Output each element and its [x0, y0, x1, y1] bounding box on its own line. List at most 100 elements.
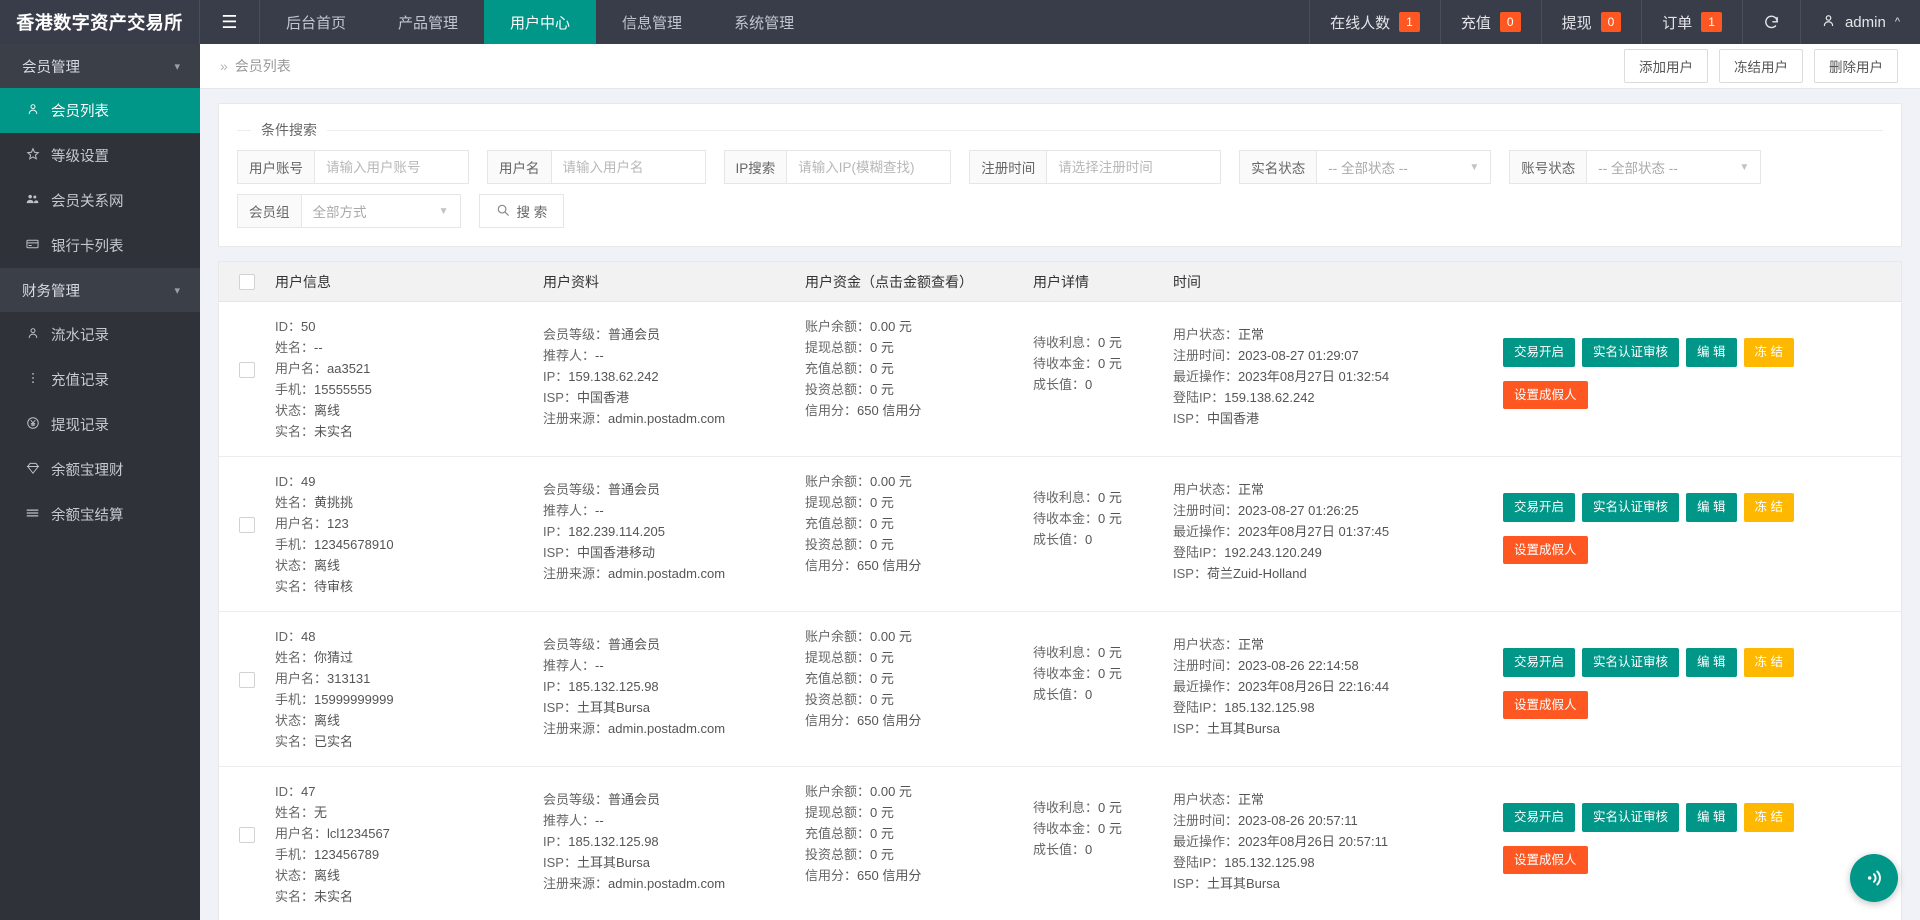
trade-enable-button[interactable]: 交易开启 [1503, 648, 1575, 677]
row-reg-time: 注册时间：2023-08-26 20:57:11 [1173, 810, 1503, 831]
search-select-4[interactable]: -- 全部状态 --▼ [1316, 150, 1491, 184]
topnav-item-0[interactable]: 后台首页 [260, 0, 372, 44]
edit-button[interactable]: 编 辑 [1686, 493, 1736, 522]
row-growth: 成长值：0 [1033, 684, 1173, 705]
freeze-button[interactable]: 冻 结 [1744, 493, 1794, 522]
row-checkbox[interactable] [239, 362, 255, 378]
chevron-down-icon: ▾ [174, 60, 180, 73]
sidebar-item-list-14[interactable]: 余额宝结算 [0, 492, 200, 537]
topbar-stat-2[interactable]: 提现0 [1541, 0, 1642, 44]
search-field-5: 账号状态-- 全部状态 --▼ [1509, 150, 1761, 184]
chevron-up-icon: ^ [1895, 16, 1900, 28]
row-balance: 账户余额：0.00 元 [805, 781, 1033, 802]
row-reg-time: 注册时间：2023-08-26 22:14:58 [1173, 655, 1503, 676]
set-fake-button[interactable]: 设置成假人 [1503, 536, 1588, 565]
row-isp: ISP：中国香港 [543, 387, 805, 408]
row-recharge-total: 充值总额：0 元 [805, 823, 1033, 844]
diamond-icon [24, 461, 41, 478]
row-credit: 信用分：650 信用分 [805, 555, 1033, 576]
user-name-label: admin [1845, 14, 1886, 31]
cell-user-data: 会员等级：普通会员推荐人：--IP：185.132.125.98ISP：土耳其B… [543, 781, 805, 894]
row-referrer: 推荐人：-- [543, 500, 805, 521]
search-select-5[interactable]: -- 全部状态 --▼ [1586, 150, 1761, 184]
top-navigation: 后台首页产品管理用户中心信息管理系统管理 [260, 0, 820, 44]
person-icon [24, 102, 41, 119]
topbar-stat-1[interactable]: 充值0 [1440, 0, 1541, 44]
freeze-button[interactable]: 冻 结 [1744, 648, 1794, 677]
freeze-button[interactable]: 冻 结 [1744, 338, 1794, 367]
row-username: 用户名：aa3521 [275, 358, 543, 379]
select-all-checkbox[interactable] [239, 274, 255, 290]
topbar-stat-label: 在线人数 [1330, 12, 1390, 33]
row-realname-status: 实名：待审核 [275, 576, 543, 597]
row-phone: 手机：15999999999 [275, 689, 543, 710]
sidebar-item-diamond-13[interactable]: 余额宝理财 [0, 447, 200, 492]
sidebar-item-person-00[interactable]: 会员列表 [0, 88, 200, 133]
set-fake-button[interactable]: 设置成假人 [1503, 846, 1588, 875]
realname-audit-button[interactable]: 实名认证审核 [1582, 648, 1679, 677]
search-input-3[interactable] [1046, 150, 1221, 184]
sidebar-item-group-02[interactable]: 会员关系网 [0, 178, 200, 223]
trade-enable-button[interactable]: 交易开启 [1503, 338, 1575, 367]
topnav-item-1[interactable]: 产品管理 [372, 0, 484, 44]
set-fake-button[interactable]: 设置成假人 [1503, 381, 1588, 410]
sidebar-group-1[interactable]: 财务管理▾ [0, 268, 200, 312]
delete-user-button[interactable]: 删除用户 [1814, 49, 1898, 83]
search-button[interactable]: 搜 索 [479, 194, 565, 228]
cell-user-detail: 待收利息：0 元待收本金：0 元成长值：0 [1033, 471, 1173, 550]
topnav-item-2[interactable]: 用户中心 [484, 0, 596, 44]
th-time: 时间 [1173, 272, 1503, 292]
search-input-0[interactable] [314, 150, 469, 184]
sound-wave-icon[interactable] [1850, 854, 1898, 902]
sidebar-item-star-01[interactable]: 等级设置 [0, 133, 200, 178]
row-login-ip: 登陆IP：185.132.125.98 [1173, 697, 1503, 718]
row-username: 用户名：123 [275, 513, 543, 534]
topbar-stat-label: 提现 [1562, 12, 1592, 33]
legend-line [327, 130, 1883, 131]
row-isp: ISP：中国香港移动 [543, 542, 805, 563]
search-button-label: 搜 索 [517, 201, 548, 221]
sidebar-item-card-03[interactable]: 银行卡列表 [0, 223, 200, 268]
topbar-stat-0[interactable]: 在线人数1 [1309, 0, 1440, 44]
row-balance: 账户余额：0.00 元 [805, 471, 1033, 492]
add-user-button[interactable]: 添加用户 [1624, 49, 1708, 83]
sidebar-item-label: 等级设置 [51, 145, 109, 166]
page-body: 会员管理▾会员列表等级设置会员关系网银行卡列表财务管理▾流水记录充值记录提现记录… [0, 44, 1920, 920]
row-pending-interest: 待收利息：0 元 [1033, 487, 1173, 508]
sidebar-item-yen-circle-12[interactable]: 提现记录 [0, 402, 200, 447]
row-withdraw-total: 提现总额：0 元 [805, 647, 1033, 668]
edit-button[interactable]: 编 辑 [1686, 803, 1736, 832]
chevron-down-icon: ▼ [439, 206, 449, 217]
set-fake-button[interactable]: 设置成假人 [1503, 691, 1588, 720]
row-checkbox[interactable] [239, 672, 255, 688]
sidebar-item-person-10[interactable]: 流水记录 [0, 312, 200, 357]
sidebar-group-0[interactable]: 会员管理▾ [0, 44, 200, 88]
trade-enable-button[interactable]: 交易开启 [1503, 493, 1575, 522]
edit-button[interactable]: 编 辑 [1686, 338, 1736, 367]
topnav-item-4[interactable]: 系统管理 [708, 0, 820, 44]
realname-audit-button[interactable]: 实名认证审核 [1582, 493, 1679, 522]
refresh-icon[interactable] [1742, 0, 1800, 44]
search-select-group[interactable]: 全部方式▼ [301, 194, 461, 228]
row-referrer: 推荐人：-- [543, 655, 805, 676]
row-pending-interest: 待收利息：0 元 [1033, 332, 1173, 353]
search-input-2[interactable] [786, 150, 951, 184]
search-field-label: 用户名 [487, 150, 551, 184]
edit-button[interactable]: 编 辑 [1686, 648, 1736, 677]
trade-enable-button[interactable]: 交易开启 [1503, 803, 1575, 832]
realname-audit-button[interactable]: 实名认证审核 [1582, 803, 1679, 832]
hamburger-icon[interactable]: ☰ [200, 0, 260, 44]
topnav-item-3[interactable]: 信息管理 [596, 0, 708, 44]
row-checkbox[interactable] [239, 827, 255, 843]
row-phone: 手机：12345678910 [275, 534, 543, 555]
user-menu[interactable]: admin ^ [1800, 0, 1920, 44]
sidebar-item-dots-11[interactable]: 充值记录 [0, 357, 200, 402]
freeze-user-button[interactable]: 冻结用户 [1719, 49, 1803, 83]
freeze-button[interactable]: 冻 结 [1744, 803, 1794, 832]
topbar-stat-3[interactable]: 订单1 [1641, 0, 1742, 44]
row-user-status: 用户状态：正常 [1173, 479, 1503, 500]
search-input-1[interactable] [551, 150, 706, 184]
realname-audit-button[interactable]: 实名认证审核 [1582, 338, 1679, 367]
row-checkbox[interactable] [239, 517, 255, 533]
row-level: 会员等级：普通会员 [543, 324, 805, 345]
